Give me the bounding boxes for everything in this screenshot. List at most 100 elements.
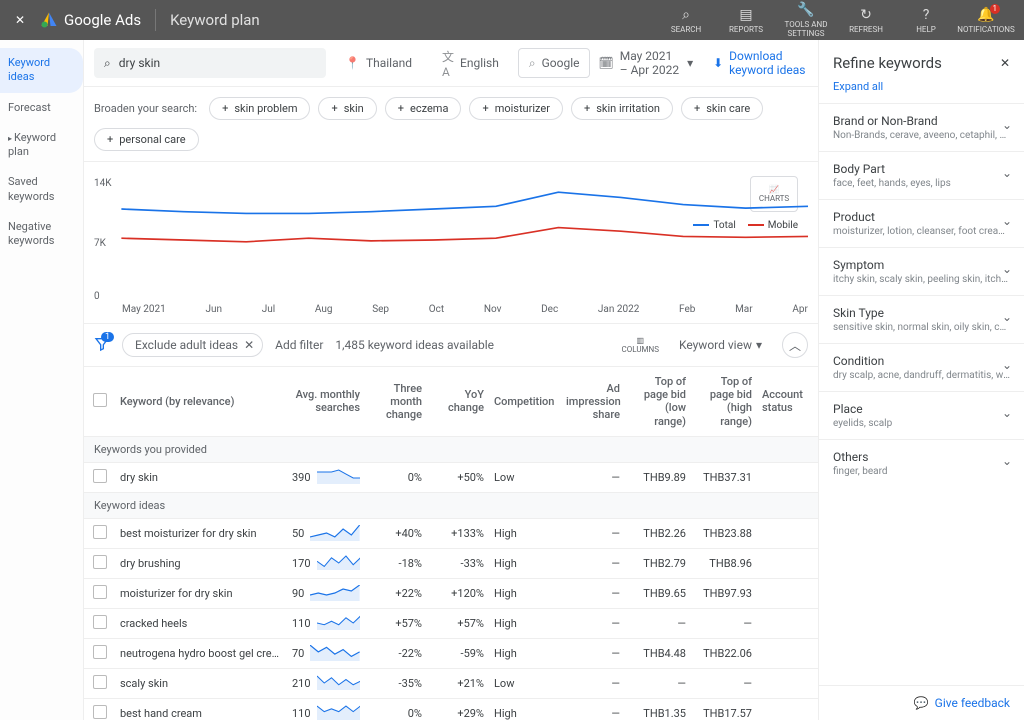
refine-facet[interactable]: Othersfinger, beard⌄ — [819, 439, 1024, 487]
notifications-icon-button[interactable]: 🔔NOTIFICATIONS1 — [956, 2, 1016, 38]
help-icon-button[interactable]: ?HELP — [896, 2, 956, 38]
broaden-chip[interactable]: +skin care — [681, 97, 763, 120]
sidebar-item[interactable]: Forecast — [0, 93, 83, 123]
cell-high: THB37.31 — [692, 471, 758, 484]
search-input[interactable]: ⌕ dry skin — [94, 48, 326, 78]
search-value: dry skin — [119, 56, 160, 70]
cell-high: — — [692, 617, 758, 630]
cell-avg: 390 — [286, 469, 366, 485]
col-high[interactable]: Top of page bid (high range) — [692, 375, 758, 428]
table-row[interactable]: best moisturizer for dry skin 50 +40% +1… — [84, 519, 818, 549]
row-checkbox[interactable] — [93, 525, 107, 539]
col-imp[interactable]: Ad impression share — [560, 382, 626, 422]
col-keyword[interactable]: Keyword (by relevance) — [116, 395, 286, 408]
divider — [155, 9, 156, 31]
table-row[interactable]: scaly skin 210 -35% +21% Low — — — — [84, 669, 818, 699]
col-comp[interactable]: Competition — [490, 395, 560, 408]
broaden-chip[interactable]: +eczema — [385, 97, 462, 120]
product-logo: Google Ads — [40, 11, 141, 29]
download-link[interactable]: ⬇ Download keyword ideas — [713, 49, 808, 77]
cell-avg: 70 — [286, 645, 366, 661]
search-icon-button[interactable]: ⌕SEARCH — [656, 2, 716, 38]
cell-yoy: +29% — [428, 707, 490, 720]
exclude-adult-tag[interactable]: Exclude adult ideas ✕ — [122, 333, 263, 357]
col-low[interactable]: Top of page bid (low range) — [626, 375, 692, 428]
cell-tmc: -35% — [366, 677, 428, 690]
refine-facet[interactable]: Brand or Non-BrandNon-Brands, cerave, av… — [819, 103, 1024, 151]
sidebar-item[interactable]: Keyword ideas — [0, 48, 83, 93]
sidebar-item[interactable]: Negative keywords — [0, 212, 83, 257]
cell-comp: High — [490, 617, 560, 630]
sidebar-item[interactable]: Saved keywords — [0, 167, 83, 212]
keyword-view-dropdown[interactable]: Keyword view ▾ — [679, 338, 762, 352]
expand-all[interactable]: Expand all — [819, 80, 1024, 103]
plus-icon: + — [331, 102, 337, 115]
col-status[interactable]: Account status — [758, 388, 818, 414]
refine-facet[interactable]: Symptomitchy skin, scaly skin, peeling s… — [819, 247, 1024, 295]
filter-button[interactable]: 1 — [94, 336, 110, 355]
table-row[interactable]: moisturizer for dry skin 90 +22% +120% H… — [84, 579, 818, 609]
table-row[interactable]: cracked heels 110 +57% +57% High — — — — [84, 609, 818, 639]
top-bar: ✕ Google Ads Keyword plan ⌕SEARCH▤REPORT… — [0, 0, 1024, 40]
add-filter[interactable]: Add filter — [275, 338, 323, 352]
row-checkbox[interactable] — [93, 675, 107, 689]
reports-icon-button[interactable]: ▤REPORTS — [716, 2, 776, 38]
row-checkbox[interactable] — [93, 615, 107, 629]
refine-facet[interactable]: Productmoisturizer, lotion, cleanser, fo… — [819, 199, 1024, 247]
cell-avg: 50 — [286, 525, 366, 541]
row-checkbox[interactable] — [93, 585, 107, 599]
broaden-chip[interactable]: +moisturizer — [469, 97, 563, 120]
remove-tag-icon[interactable]: ✕ — [244, 338, 254, 352]
y-tick: 0 — [94, 291, 100, 302]
table-row[interactable]: neutrogena hydro boost gel cream 70 -22%… — [84, 639, 818, 669]
broaden-chip[interactable]: +skin problem — [209, 97, 310, 120]
row-checkbox[interactable] — [93, 555, 107, 569]
table-row[interactable]: dry brushing 170 -18% -33% High — THB2.7… — [84, 549, 818, 579]
broaden-chip[interactable]: +skin — [318, 97, 376, 120]
cell-avg: 90 — [286, 585, 366, 601]
cell-imp: — — [560, 677, 626, 690]
refresh-icon-button[interactable]: ↻REFRESH — [836, 2, 896, 38]
cell-comp: High — [490, 527, 560, 540]
filter-bar: 1 Exclude adult ideas ✕ Add filter 1,485… — [84, 324, 818, 367]
cell-low: THB9.65 — [626, 587, 692, 600]
refine-facet[interactable]: Placeeyelids, scalp⌄ — [819, 391, 1024, 439]
row-checkbox[interactable] — [93, 705, 107, 719]
location-filter[interactable]: 📍 Thailand — [334, 48, 423, 78]
row-checkbox[interactable] — [93, 645, 107, 659]
close-refine-icon[interactable]: ✕ — [1000, 56, 1010, 70]
date-range[interactable]: 🗓 May 2021 – Apr 2022 ▾ — [598, 49, 693, 77]
section-provided: Keywords you provided — [84, 437, 818, 463]
cell-imp: — — [560, 471, 626, 484]
sidebar-item[interactable]: ▸Keyword plan — [0, 123, 83, 168]
chevron-down-icon: ⌄ — [1002, 262, 1012, 276]
col-tmc[interactable]: Three month change — [366, 382, 428, 422]
network-filter[interactable]: ⌕ Google — [518, 48, 591, 78]
cell-high: THB8.96 — [692, 557, 758, 570]
cell-comp: High — [490, 587, 560, 600]
row-checkbox[interactable] — [93, 469, 107, 483]
plus-icon: + — [482, 102, 488, 115]
table-row[interactable]: dry skin 390 0% +50% Low — THB9.89 THB37… — [84, 463, 818, 493]
refine-facet[interactable]: Skin Typesensitive skin, normal skin, oi… — [819, 295, 1024, 343]
tools-icon-button[interactable]: 🔧TOOLS AND SETTINGS — [776, 2, 836, 38]
table-row[interactable]: best hand cream 110 0% +29% High — THB1.… — [84, 699, 818, 720]
col-avg[interactable]: Avg. monthly searches — [286, 388, 366, 414]
collapse-button[interactable]: ︿ — [782, 332, 808, 358]
cell-comp: Low — [490, 677, 560, 690]
columns-button[interactable]: ▥ COLUMNS — [622, 336, 659, 354]
cell-keyword: scaly skin — [116, 677, 286, 690]
close-icon[interactable]: ✕ — [8, 13, 32, 27]
cell-keyword: moisturizer for dry skin — [116, 587, 286, 600]
refine-facet[interactable]: Conditiondry scalp, acne, dandruff, derm… — [819, 343, 1024, 391]
calendar-icon: 🗓 — [598, 56, 613, 70]
language-filter[interactable]: 文A English — [431, 48, 510, 78]
broaden-chip[interactable]: +skin irritation — [571, 97, 673, 120]
plus-icon: + — [107, 133, 113, 146]
refine-facet[interactable]: Body Partface, feet, hands, eyes, lips⌄ — [819, 151, 1024, 199]
select-all-checkbox[interactable] — [93, 393, 107, 407]
give-feedback[interactable]: 💬 Give feedback — [819, 685, 1024, 720]
cell-high: — — [692, 677, 758, 690]
col-yoy[interactable]: YoY change — [428, 388, 490, 414]
broaden-chip[interactable]: +personal care — [94, 128, 199, 151]
